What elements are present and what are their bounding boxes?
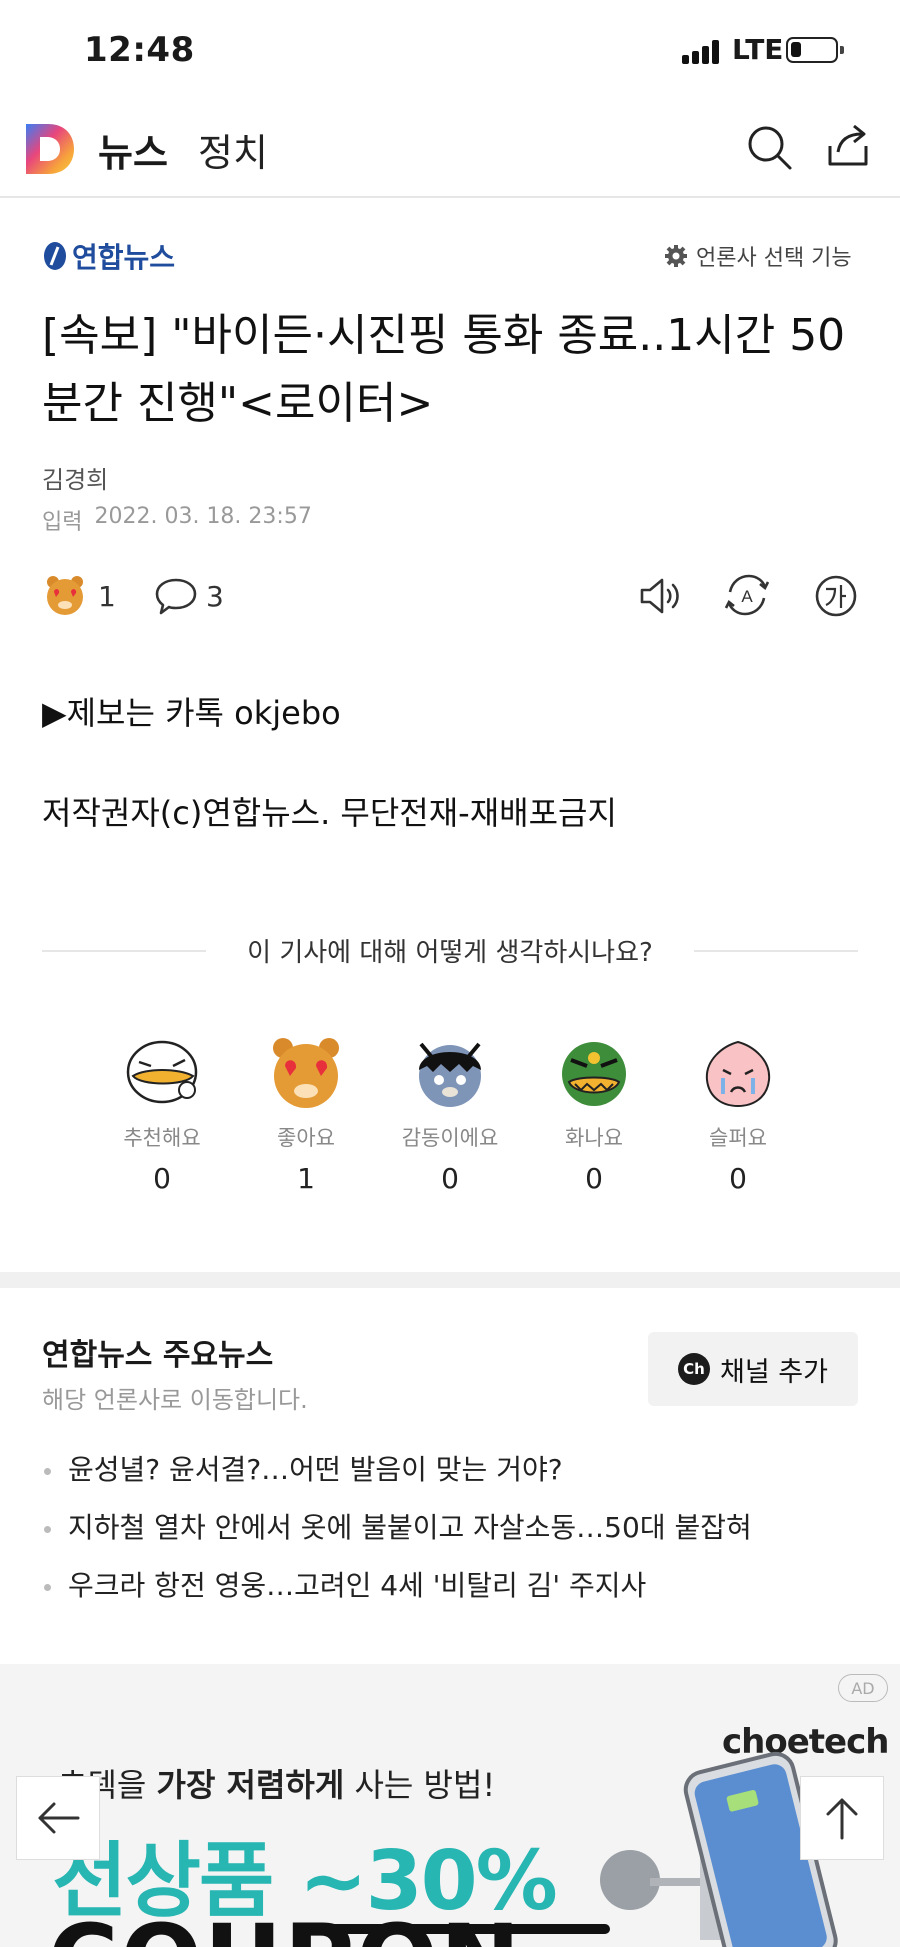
ad-banner[interactable]: AD choetech 초텍을 가장 저렴하게 사는 방법! 전상품 ~30% … (0, 1664, 900, 1947)
signal-icon (682, 40, 724, 64)
date-value: 2022. 03. 18. 23:57 (94, 504, 312, 529)
news-list-item[interactable]: 우크라 항전 영웅…고려인 4세 '비탈리 김' 주지사 (42, 1566, 862, 1624)
reaction-count: 0 (441, 1162, 459, 1195)
main-news-subtitle: 해당 언론사로 이동합니다. (42, 1386, 308, 1414)
status-time: 12:48 (84, 30, 195, 70)
add-channel-button[interactable]: Ch 채널 추가 (648, 1332, 858, 1406)
reaction-bar: 추천해요 0 좋아요 1 감동이에요 0 화나요 0 슬퍼요 0 (90, 1036, 810, 1195)
translate-icon[interactable]: A (724, 572, 770, 618)
sad-face-icon (705, 1040, 771, 1108)
main-news-title[interactable]: 연합뉴스 주요뉴스 (42, 1330, 273, 1374)
battery-icon (786, 37, 844, 63)
back-button[interactable] (16, 1776, 100, 1860)
like-count: 1 (98, 580, 116, 613)
reaction-recommend[interactable]: 추천해요 0 (90, 1036, 234, 1195)
add-channel-label: 채널 추가 (720, 1356, 828, 1388)
status-bar: 12:48 LTE (0, 0, 900, 100)
reaction-label: 화나요 (565, 1126, 623, 1150)
article-date: 입력 2022. 03. 18. 23:57 (42, 504, 312, 536)
reaction-like[interactable]: 좋아요 1 (234, 1036, 378, 1195)
article-body-line: ▶제보는 카톡 okjebo (42, 694, 341, 732)
press-select-label: 언론사 선택 기능 (696, 246, 852, 271)
press-name: 연합뉴스 (72, 241, 176, 274)
like-face-icon[interactable] (44, 574, 86, 616)
speaker-icon[interactable] (638, 574, 684, 618)
ad-tagline: 초텍을 가장 저렴하게 사는 방법! (58, 1760, 495, 1806)
reaction-count: 1 (297, 1162, 315, 1195)
press-logo[interactable]: 연합뉴스 (42, 236, 175, 276)
reaction-label: 감동이에요 (401, 1126, 499, 1150)
article-headline: [속보] "바이든·시진핑 통화 종료..1시간 50분간 진행"<로이터> (42, 310, 846, 429)
touched-face-icon (419, 1042, 481, 1107)
reaction-touched[interactable]: 감동이에요 0 (378, 1036, 522, 1195)
search-icon[interactable] (744, 122, 796, 174)
share-icon[interactable] (822, 120, 874, 172)
network-label: LTE (732, 33, 784, 66)
ad-badge[interactable]: AD (838, 1674, 888, 1702)
comment-count: 3 (206, 580, 224, 613)
section-divider (0, 1272, 900, 1288)
comment-icon[interactable] (154, 576, 198, 616)
reaction-count: 0 (585, 1162, 603, 1195)
reaction-count: 0 (729, 1162, 747, 1195)
ad-tagline-bold: 가장 저렴하게 (156, 1766, 345, 1804)
news-list-item[interactable]: 지하철 열차 안에서 옷에 불붙이고 자살소동…50대 붙잡혀 (42, 1508, 862, 1566)
ad-tagline-post: 사는 방법! (344, 1766, 496, 1804)
reaction-title: 이 기사에 대해 어떻게 생각하시나요? (247, 938, 653, 968)
svg-text:A: A (741, 587, 753, 606)
reaction-label: 슬퍼요 (709, 1126, 767, 1150)
reporter-name[interactable]: 김경희 (42, 460, 108, 495)
home-indicator[interactable] (300, 1924, 610, 1934)
nav-title[interactable]: 뉴스 (98, 122, 168, 177)
reaction-sad[interactable]: 슬퍼요 0 (666, 1036, 810, 1195)
arrow-left-icon (38, 1802, 80, 1834)
like-face-icon (273, 1038, 339, 1108)
arrow-up-icon (826, 1798, 858, 1840)
channel-icon: Ch (678, 1353, 711, 1385)
reaction-label: 추천해요 (123, 1126, 201, 1150)
angry-face-icon (562, 1042, 626, 1106)
main-news-list: 윤성녈? 윤서결?…어떤 발음이 맞는 거야? 지하철 열차 안에서 옷에 불붙… (42, 1450, 862, 1624)
article-actions: 1 3 A (0, 570, 900, 630)
recommend-face-icon (126, 1040, 198, 1104)
news-list-item[interactable]: 윤성녈? 윤서결?…어떤 발음이 맞는 거야? (42, 1450, 862, 1508)
top-navigation: 뉴스 정치 (0, 100, 900, 198)
article-body-line: 저작권자(c)연합뉴스. 무단전재-재배포금지 (42, 794, 617, 832)
yonhap-logo-icon (44, 242, 66, 270)
daum-logo-icon[interactable] (24, 122, 76, 176)
reaction-count: 0 (153, 1162, 171, 1195)
scroll-top-button[interactable] (800, 1776, 884, 1860)
date-label: 입력 (42, 510, 83, 535)
gear-icon (665, 245, 687, 267)
reaction-angry[interactable]: 화나요 0 (522, 1036, 666, 1195)
nav-section[interactable]: 정치 (198, 122, 268, 177)
font-size-icon[interactable] (814, 574, 858, 618)
press-select-button[interactable]: 언론사 선택 기능 (664, 240, 852, 272)
reaction-label: 좋아요 (277, 1126, 335, 1150)
